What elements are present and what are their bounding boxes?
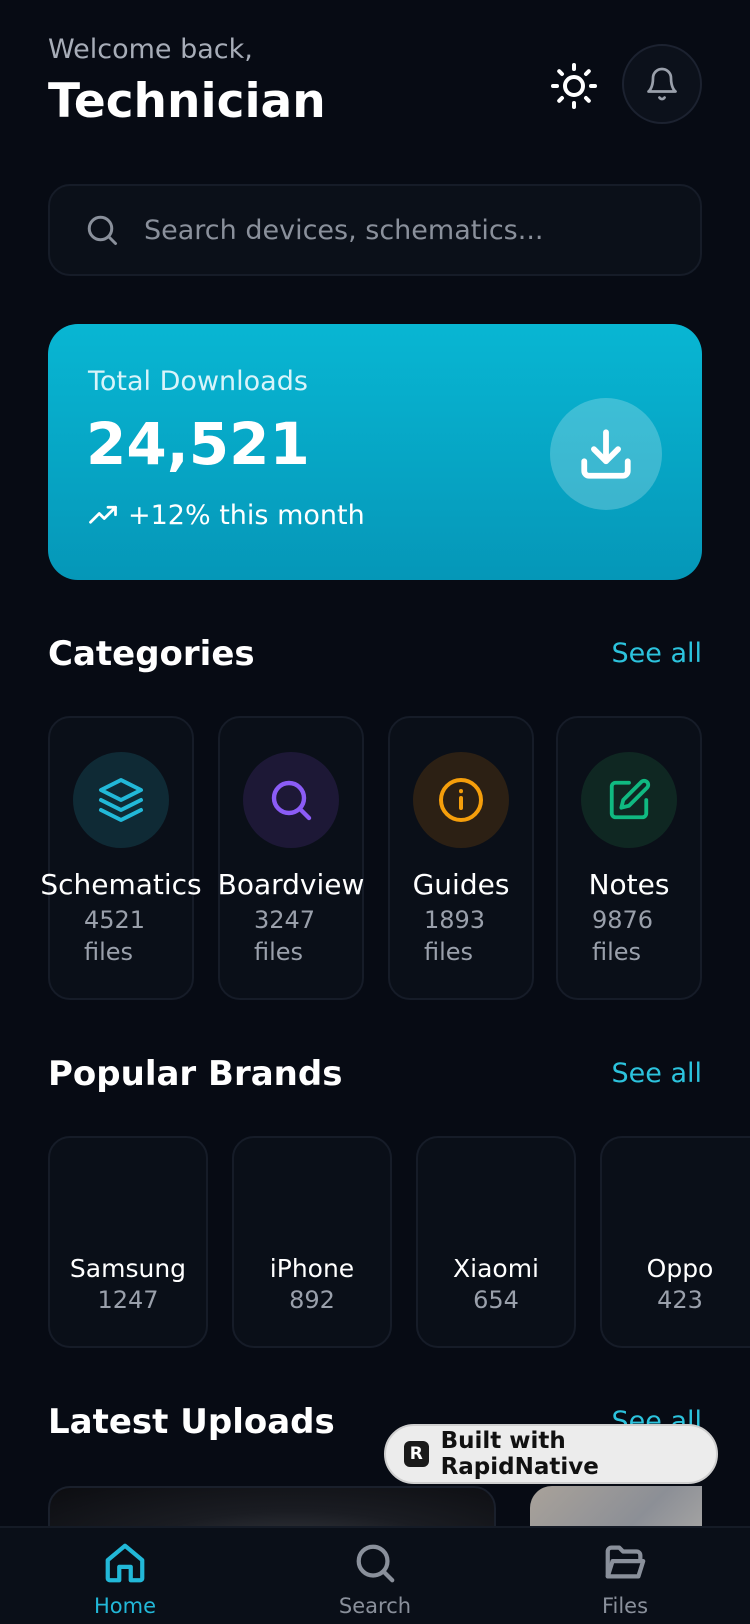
category-name: Boardview [217, 868, 365, 901]
built-with-badge[interactable]: R Built with RapidNative [384, 1424, 718, 1484]
category-icon-bg [413, 752, 509, 848]
brand-card-xiaomi[interactable]: Xiaomi 654 [416, 1136, 576, 1348]
sun-icon [551, 63, 597, 109]
folder-icon [605, 1545, 646, 1579]
category-icon-bg [243, 752, 339, 848]
category-count: 1893 files [424, 906, 486, 966]
nav-item-home[interactable]: Home [50, 1540, 200, 1618]
welcome-greeting: Welcome back, [48, 34, 253, 65]
home-icon [105, 1543, 145, 1583]
categories-see-all-link[interactable]: See all [612, 638, 703, 669]
category-count: 9876 files [592, 906, 654, 966]
trending-up-icon [89, 505, 117, 524]
category-icon-bg [581, 752, 677, 848]
download-button[interactable] [550, 398, 662, 510]
category-count: 4521 files [84, 906, 146, 966]
category-icon-bg [73, 752, 169, 848]
search-icon [87, 215, 117, 245]
category-name: Guides [412, 868, 510, 901]
category-card-guides[interactable]: Guides 1893 files [388, 716, 534, 1000]
download-icon [581, 429, 631, 479]
category-card-notes[interactable]: Notes 9876 files [556, 716, 702, 1000]
info-icon [439, 778, 483, 822]
nav-label: Home [93, 1594, 156, 1618]
brand-name: Samsung [69, 1254, 187, 1283]
bottom-navigation: Home Search Files [0, 1526, 750, 1624]
badge-text: Built with RapidNative [440, 1428, 599, 1480]
theme-toggle-button[interactable] [546, 58, 602, 114]
brand-count: 654 [473, 1286, 519, 1314]
brand-card-samsung[interactable]: Samsung 1247 [48, 1136, 208, 1348]
category-name: Notes [588, 868, 670, 901]
brand-count: 423 [657, 1286, 703, 1314]
search-icon [271, 780, 312, 821]
latest-uploads-title: Latest Uploads [48, 1402, 335, 1442]
brand-card-oppo[interactable]: Oppo 423 [600, 1136, 750, 1348]
brand-name: iPhone [269, 1254, 355, 1283]
notifications-button[interactable] [622, 44, 702, 124]
brand-count: 892 [289, 1286, 335, 1314]
nav-item-files[interactable]: Files [550, 1540, 700, 1618]
brands-title: Popular Brands [48, 1054, 343, 1094]
downloads-trend-text: +12% this month [128, 500, 365, 531]
user-name: Technician [48, 74, 326, 129]
category-name: Schematics [40, 868, 202, 901]
bell-icon [647, 67, 677, 101]
nav-label: Search [338, 1594, 412, 1618]
category-card-schematics[interactable]: Schematics 4521 files [40, 716, 202, 1000]
brand-name: Xiaomi [453, 1254, 539, 1283]
downloads-label: Total Downloads [88, 366, 308, 397]
brands-see-all-link[interactable]: See all [612, 1058, 703, 1089]
edit-icon [609, 778, 651, 820]
search-input[interactable]: Search devices, schematics... [48, 184, 702, 276]
category-card-boardview[interactable]: Boardview 3247 files [218, 716, 364, 1000]
nav-label: Files [601, 1594, 649, 1618]
layers-icon [99, 778, 143, 822]
brand-name: Oppo [646, 1254, 714, 1283]
nav-item-search[interactable]: Search [300, 1540, 450, 1618]
brand-card-iphone[interactable]: iPhone 892 [232, 1136, 392, 1348]
categories-title: Categories [48, 634, 255, 674]
downloads-trend: +12% this month [88, 500, 365, 531]
category-count: 3247 files [254, 906, 316, 966]
search-placeholder: Search devices, schematics... [144, 214, 544, 246]
brand-count: 1247 [97, 1286, 159, 1314]
rapidnative-logo-icon: R [404, 1441, 429, 1467]
downloads-value: 24,521 [86, 410, 310, 478]
search-icon [356, 1544, 395, 1583]
